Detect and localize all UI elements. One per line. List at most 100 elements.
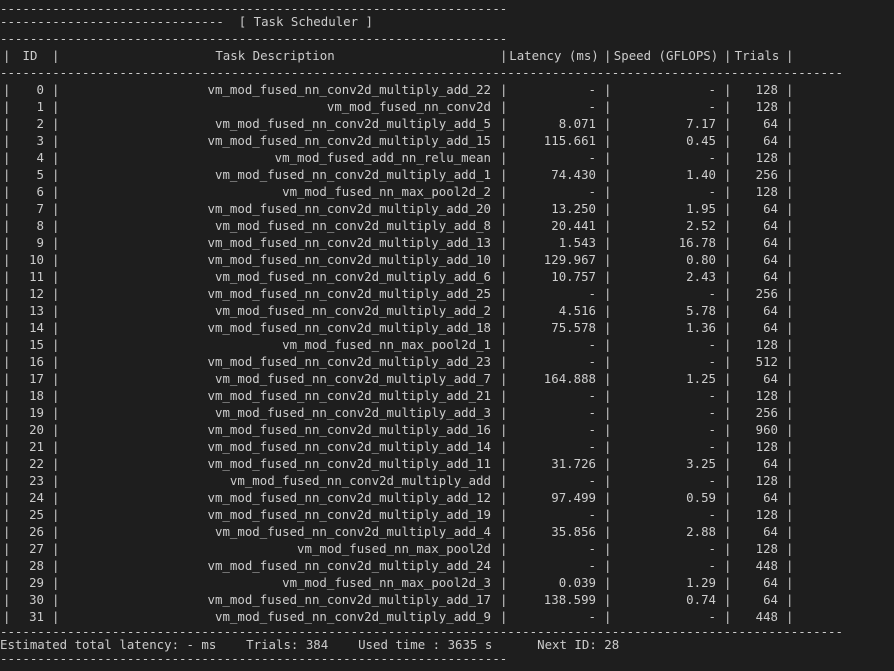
scheduler-title: ------------------------------ [ Task Sc… [0,14,373,29]
row-id: 17 [29,371,44,386]
row-0-separator-3: | [604,82,612,97]
row-2-separator-1: | [52,116,60,131]
header-id: ID [22,48,38,63]
row-latency: - [588,405,596,420]
row-latency: - [588,150,596,165]
row-11-separator-5: | [786,269,794,284]
row-speed: - [708,405,716,420]
header-trials: Trials [734,48,780,63]
row-latency: - [588,541,596,556]
row-9-separator-4: | [724,235,732,250]
row-18-separator-2: | [500,388,508,403]
row-29-separator-5: | [786,575,794,590]
row-task-description: vm_mod_fused_nn_conv2d_multiply_add [229,473,491,488]
row-latency: 0.039 [558,575,596,590]
row-id: 9 [36,235,44,250]
row-0-separator-1: | [52,82,60,97]
header-separator-2: | [500,48,508,63]
row-25-separator-1: | [52,507,60,522]
row-task-description: vm_mod_fused_nn_max_pool2d_1 [282,337,491,352]
row-9-separator-1: | [52,235,60,250]
row-trials: 256 [755,286,778,301]
row-trials: 64 [763,201,778,216]
row-speed: - [708,82,716,97]
row-25-separator-2: | [500,507,508,522]
row-id: 1 [36,99,44,114]
header-separator-5: | [786,48,794,63]
row-task-description: vm_mod_fused_nn_conv2d_multiply_add_3 [214,405,491,420]
row-6-separator-2: | [500,184,508,199]
row-id: 20 [29,422,44,437]
row-trials: 64 [763,456,778,471]
row-20-separator-1: | [52,422,60,437]
row-id: 19 [29,405,44,420]
row-21-separator-4: | [724,439,732,454]
row-29-separator-4: | [724,575,732,590]
row-speed: - [708,422,716,437]
row-id: 27 [29,541,44,556]
row-trials: 128 [755,473,778,488]
row-30-separator-4: | [724,592,732,607]
row-speed: 2.43 [686,269,716,284]
row-24-separator-2: | [500,490,508,505]
row-id: 10 [29,252,44,267]
row-5-separator-4: | [724,167,732,182]
row-speed: 1.40 [686,167,716,182]
row-1-separator-4: | [724,99,732,114]
row-28-separator-5: | [786,558,794,573]
row-latency: 138.599 [543,592,596,607]
row-18-separator-5: | [786,388,794,403]
row-trials: 128 [755,337,778,352]
row-26-separator-4: | [724,524,732,539]
row-id: 26 [29,524,44,539]
row-speed: 2.52 [686,218,716,233]
row-28-separator-4: | [724,558,732,573]
row-trials: 256 [755,405,778,420]
row-3-separator-3: | [604,133,612,148]
row-latency: 74.430 [551,167,596,182]
row-16-separator-2: | [500,354,508,369]
row-id: 0 [36,82,44,97]
row-30-separator-5: | [786,592,794,607]
row-26-separator-5: | [786,524,794,539]
row-19-separator-1: | [52,405,60,420]
row-latency: - [588,99,596,114]
row-latency: 10.757 [551,269,596,284]
row-21-separator-5: | [786,439,794,454]
footer-rule-text: ----------------------------------------… [0,651,508,666]
row-trials: 64 [763,269,778,284]
row-23-separator-3: | [604,473,612,488]
row-7-separator-4: | [724,201,732,216]
row-1-separator-5: | [786,99,794,114]
row-latency: - [588,422,596,437]
row-15-separator-4: | [724,337,732,352]
row-id: 2 [36,116,44,131]
row-13-separator-3: | [604,303,612,318]
row-15-separator-5: | [786,337,794,352]
row-29-separator-1: | [52,575,60,590]
row-2-separator-4: | [724,116,732,131]
row-8-separator-4: | [724,218,732,233]
row-3-separator-4: | [724,133,732,148]
row-latency: - [588,473,596,488]
row-id: 7 [36,201,44,216]
row-30-separator-3: | [604,592,612,607]
row-task-description: vm_mod_fused_nn_conv2d_multiply_add_14 [207,439,491,454]
row-6-separator-1: | [52,184,60,199]
row-18-separator-1: | [52,388,60,403]
row-id: 5 [36,167,44,182]
row-8-separator-2: | [500,218,508,233]
row-14-separator-3: | [604,320,612,335]
row-latency: - [588,286,596,301]
row-26-separator-2: | [500,524,508,539]
row-21-separator-2: | [500,439,508,454]
row-20-separator-2: | [500,422,508,437]
row-id: 8 [36,218,44,233]
row-task-description: vm_mod_fused_nn_conv2d_multiply_add_7 [214,371,491,386]
row-12-separator-2: | [500,286,508,301]
row-30-separator-1: | [52,592,60,607]
row-id: 23 [29,473,44,488]
row-task-description: vm_mod_fused_nn_conv2d_multiply_add_1 [214,167,491,182]
row-latency: 75.578 [551,320,596,335]
row-task-description: vm_mod_fused_add_nn_relu_mean [274,150,491,165]
